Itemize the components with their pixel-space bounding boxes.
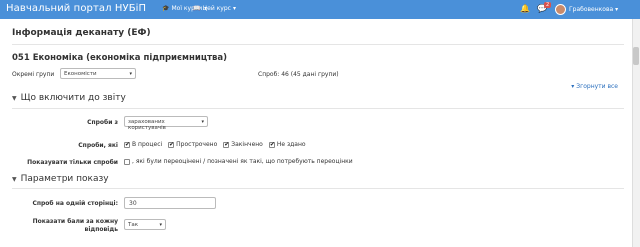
user-menu[interactable]: Грабовенкова ▾: [569, 6, 618, 13]
section-display-title: Параметри показу: [20, 174, 109, 184]
checkbox-show-only-regraded[interactable]: [124, 158, 130, 165]
state-inprogress-label: В процесі: [132, 141, 163, 148]
state-finished[interactable]: Закінчено: [223, 141, 263, 148]
checkbox-finished[interactable]: [223, 141, 229, 148]
notification-badge: 2: [544, 2, 552, 8]
bell-icon[interactable]: 🔔: [520, 4, 530, 13]
section-display-header[interactable]: ▼ Параметри показу: [12, 174, 109, 184]
attempts-count: Спроб: 46 (45 дані групи): [258, 71, 339, 78]
user-name: Грабовенкова: [569, 6, 614, 13]
collapse-all-label: Згорнути все: [576, 83, 618, 90]
groups-select[interactable]: Економісти ▾: [60, 68, 136, 79]
page-scrollbar[interactable]: [632, 19, 640, 247]
show-only-label: Показувати тільки спроби: [27, 159, 118, 166]
per-page-label: Спроб на одній сторінці:: [32, 200, 118, 207]
section-report-header[interactable]: ▼ Що включити до звіту: [12, 93, 126, 103]
attempts-from-select[interactable]: зарахованих користувачів ▾: [124, 116, 208, 131]
avatar[interactable]: [555, 4, 566, 15]
course-title: 051 Економіка (економіка підприємництва): [12, 53, 228, 63]
state-overdue[interactable]: Прострочено: [168, 141, 217, 148]
page-title: Інформація деканату (ЕФ): [12, 28, 151, 38]
scrollbar-thumb[interactable]: [633, 47, 639, 65]
show-marks-select[interactable]: Так ▾: [124, 219, 166, 230]
site-brand[interactable]: Навчальний портал НУБіП: [6, 3, 146, 14]
show-marks-value: Так: [128, 222, 139, 228]
show-only-text: , які були переоцінені / позначені як та…: [132, 158, 353, 165]
attempts-that-label: Спроби, які: [78, 142, 118, 149]
nav-this-course-label: Цей курс: [202, 5, 231, 12]
checkbox-inprogress[interactable]: [124, 141, 130, 148]
collapse-all-link[interactable]: ▾ Згорнути все: [571, 83, 618, 90]
caret-down-icon: ▾: [232, 5, 236, 12]
chevron-down-icon: ▾: [129, 71, 132, 77]
graduation-cap-icon: 🎓: [162, 5, 170, 12]
nav-this-course[interactable]: 📖 Цей курс ▾: [193, 5, 236, 12]
chevron-down-icon: ▼: [12, 175, 17, 183]
state-abandoned[interactable]: Не здано: [268, 141, 306, 148]
state-abandoned-label: Не здано: [276, 141, 306, 148]
section-report-title: Що включити до звіту: [20, 93, 126, 103]
show-marks-label-line2: відповідь: [84, 226, 118, 233]
book-icon: 📖: [193, 5, 201, 12]
attempts-from-label: Спроби з: [87, 119, 118, 126]
show-marks-label-line1: Показати бали за кожну: [32, 218, 118, 225]
chevron-down-icon: ▾: [159, 222, 162, 228]
divider: [12, 44, 624, 45]
top-navbar: Навчальний портал НУБіП 🎓 Мої курси ▾ 📖 …: [0, 0, 640, 19]
show-marks-label: Показати бали за кожну відповідь: [12, 218, 118, 234]
chevron-down-icon: ▾: [201, 119, 204, 125]
state-finished-label: Закінчено: [231, 141, 263, 148]
groups-label: Окремі групи: [12, 71, 55, 78]
divider: [12, 188, 624, 189]
state-inprogress[interactable]: В процесі: [124, 141, 162, 148]
checkbox-overdue[interactable]: [168, 141, 174, 148]
attempt-state-checkboxes: В процесі Прострочено Закінчено Не здано: [124, 141, 306, 148]
main-content: Інформація деканату (ЕФ) 051 Економіка (…: [0, 19, 632, 247]
chevron-down-icon: ▼: [12, 94, 17, 102]
divider: [12, 108, 624, 109]
per-page-input[interactable]: 30: [124, 197, 216, 209]
state-overdue-label: Прострочено: [176, 141, 218, 148]
show-only-row[interactable]: , які були переоцінені / позначені як та…: [124, 158, 353, 165]
groups-select-value: Економісти: [64, 71, 97, 77]
attempts-from-value: зарахованих користувачів: [128, 119, 166, 131]
checkbox-abandoned[interactable]: [268, 141, 275, 148]
